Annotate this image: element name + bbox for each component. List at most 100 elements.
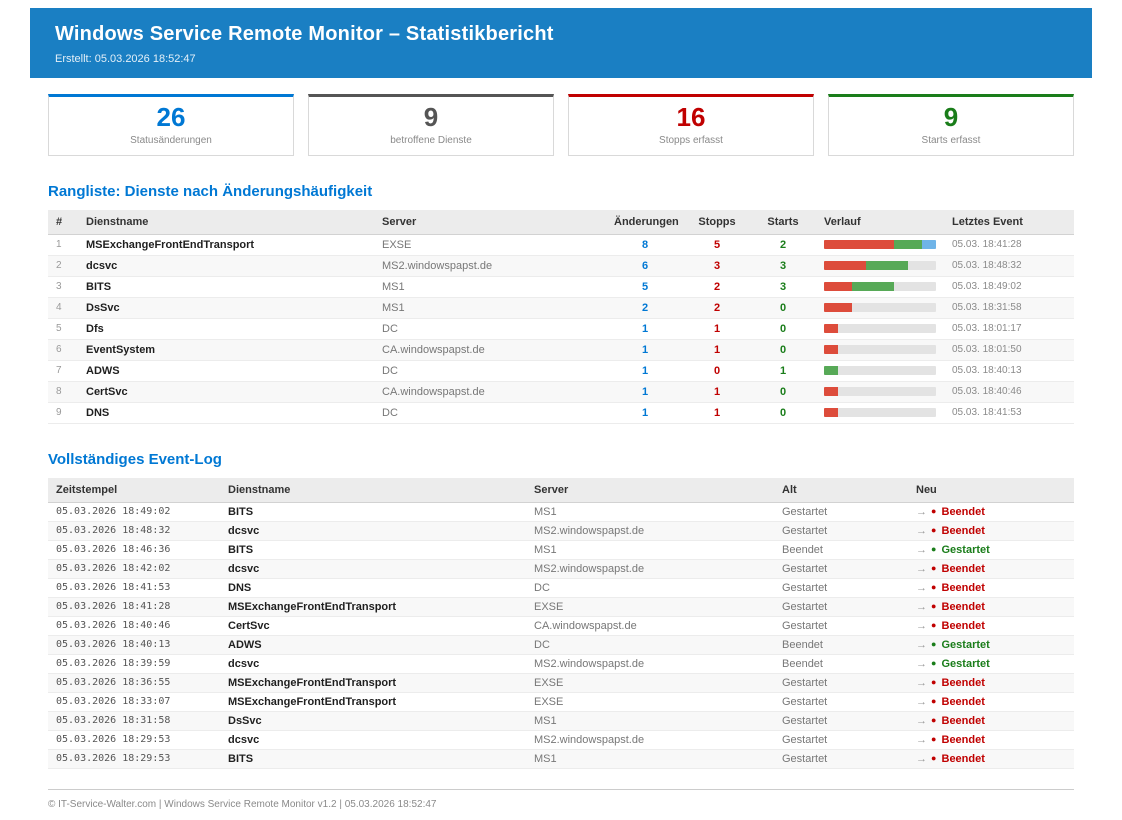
last-event-time: 05.03. 18:31:58 bbox=[944, 297, 1074, 318]
service-name: dcsvc bbox=[78, 255, 374, 276]
stops-bar-segment bbox=[824, 345, 838, 354]
eventlog-row: 05.03.2026 18:39:59dcsvcMS2.windowspapst… bbox=[48, 654, 1074, 673]
transition-arrow-icon: → bbox=[916, 544, 927, 556]
service-name: BITS bbox=[220, 540, 526, 559]
history-bar bbox=[824, 261, 936, 270]
ranking-row: 7ADWSDC10105.03. 18:40:13 bbox=[48, 360, 1074, 381]
status-dot-icon: ● bbox=[931, 525, 936, 535]
service-name: MSExchangeFrontEndTransport bbox=[78, 234, 374, 255]
report-page: Windows Service Remote Monitor – Statist… bbox=[0, 0, 1122, 820]
old-status: Gestartet bbox=[774, 521, 908, 540]
report-created-timestamp: Erstellt: 05.03.2026 18:52:47 bbox=[55, 53, 1067, 65]
status-dot-icon: ● bbox=[931, 658, 936, 668]
timestamp-cell: 05.03.2026 18:40:46 bbox=[48, 616, 220, 635]
stops-bar-segment bbox=[824, 303, 852, 312]
timestamp-cell: 05.03.2026 18:46:36 bbox=[48, 540, 220, 559]
old-status: Gestartet bbox=[774, 597, 908, 616]
service-name: MSExchangeFrontEndTransport bbox=[220, 692, 526, 711]
starts-count: 0 bbox=[750, 339, 816, 360]
last-event-time: 05.03. 18:01:50 bbox=[944, 339, 1074, 360]
server-name: EXSE bbox=[526, 673, 774, 692]
transition-arrow-icon: → bbox=[916, 563, 927, 575]
column-header-5: Starts bbox=[750, 210, 816, 235]
server-name: MS2.windowspapst.de bbox=[374, 255, 606, 276]
eventlog-row: 05.03.2026 18:29:53BITSMS1Gestartet→● Be… bbox=[48, 749, 1074, 768]
new-status-cell: →● Beendet bbox=[908, 597, 1074, 616]
new-status-label: Beendet bbox=[942, 525, 985, 537]
column-header-2: Server bbox=[526, 478, 774, 503]
timestamp-cell: 05.03.2026 18:31:58 bbox=[48, 711, 220, 730]
timestamp-cell: 05.03.2026 18:41:53 bbox=[48, 578, 220, 597]
rank-number: 6 bbox=[48, 339, 78, 360]
server-name: DC bbox=[526, 635, 774, 654]
old-status: Gestartet bbox=[774, 711, 908, 730]
card-value: 9 bbox=[833, 103, 1069, 133]
timestamp-cell: 05.03.2026 18:42:02 bbox=[48, 559, 220, 578]
changes-count: 1 bbox=[606, 360, 684, 381]
transition-arrow-icon: → bbox=[916, 582, 927, 594]
server-name: MS1 bbox=[526, 749, 774, 768]
service-name: DsSvc bbox=[220, 711, 526, 730]
new-status-label: Beendet bbox=[942, 563, 985, 575]
old-status: Gestartet bbox=[774, 692, 908, 711]
server-name: MS1 bbox=[526, 502, 774, 521]
old-status: Gestartet bbox=[774, 616, 908, 635]
page-title: Windows Service Remote Monitor – Statist… bbox=[55, 23, 1067, 46]
server-name: MS1 bbox=[374, 276, 606, 297]
server-name: DC bbox=[374, 318, 606, 339]
last-event-time: 05.03. 18:01:17 bbox=[944, 318, 1074, 339]
stops-bar-segment bbox=[824, 261, 866, 270]
eventlog-row: 05.03.2026 18:33:07MSExchangeFrontEndTra… bbox=[48, 692, 1074, 711]
rank-number: 2 bbox=[48, 255, 78, 276]
eventlog-row: 05.03.2026 18:40:46CertSvcCA.windowspaps… bbox=[48, 616, 1074, 635]
column-header-4: Neu bbox=[908, 478, 1074, 503]
column-header-0: Zeitstempel bbox=[48, 478, 220, 503]
new-status-cell: →● Beendet bbox=[908, 521, 1074, 540]
last-event-time: 05.03. 18:40:46 bbox=[944, 381, 1074, 402]
status-dot-icon: ● bbox=[931, 677, 936, 687]
starts-count: 0 bbox=[750, 381, 816, 402]
stops-count: 1 bbox=[684, 402, 750, 423]
server-name: MS2.windowspapst.de bbox=[526, 654, 774, 673]
new-status-cell: →● Beendet bbox=[908, 711, 1074, 730]
history-bar-cell bbox=[816, 360, 944, 381]
timestamp-cell: 05.03.2026 18:40:13 bbox=[48, 635, 220, 654]
history-bar-cell bbox=[816, 381, 944, 402]
rank-number: 5 bbox=[48, 318, 78, 339]
new-status-cell: →● Beendet bbox=[908, 749, 1074, 768]
new-status-label: Gestartet bbox=[942, 658, 990, 670]
card-label: Statusänderungen bbox=[53, 135, 289, 146]
ranking-section-title: Rangliste: Dienste nach Änderungshäufigk… bbox=[48, 183, 1074, 200]
starts-bar-segment bbox=[894, 240, 922, 249]
new-status-label: Beendet bbox=[942, 506, 985, 518]
transition-arrow-icon: → bbox=[916, 639, 927, 651]
changes-count: 1 bbox=[606, 402, 684, 423]
last-event-time: 05.03. 18:49:02 bbox=[944, 276, 1074, 297]
rank-number: 8 bbox=[48, 381, 78, 402]
changes-count: 1 bbox=[606, 381, 684, 402]
stops-count: 2 bbox=[684, 276, 750, 297]
starts-count: 0 bbox=[750, 318, 816, 339]
new-status-cell: →● Beendet bbox=[908, 578, 1074, 597]
column-header-4: Stopps bbox=[684, 210, 750, 235]
transition-arrow-icon: → bbox=[916, 734, 927, 746]
starts-bar-segment bbox=[852, 282, 894, 291]
card-value: 26 bbox=[53, 103, 289, 133]
card-label: betroffene Dienste bbox=[313, 135, 549, 146]
new-status-label: Beendet bbox=[942, 734, 985, 746]
server-name: MS2.windowspapst.de bbox=[526, 521, 774, 540]
eventlog-row: 05.03.2026 18:42:02dcsvcMS2.windowspapst… bbox=[48, 559, 1074, 578]
eventlog-row: 05.03.2026 18:36:55MSExchangeFrontEndTra… bbox=[48, 673, 1074, 692]
old-status: Beendet bbox=[774, 654, 908, 673]
stops-bar-segment bbox=[824, 387, 838, 396]
server-name: EXSE bbox=[526, 597, 774, 616]
card-label: Stopps erfasst bbox=[573, 135, 809, 146]
eventlog-row: 05.03.2026 18:29:53dcsvcMS2.windowspapst… bbox=[48, 730, 1074, 749]
old-status: Gestartet bbox=[774, 749, 908, 768]
transition-arrow-icon: → bbox=[916, 677, 927, 689]
history-bar-cell bbox=[816, 255, 944, 276]
stops-bar-segment bbox=[824, 282, 852, 291]
new-status-label: Beendet bbox=[942, 620, 985, 632]
server-name: CA.windowspapst.de bbox=[374, 381, 606, 402]
column-header-7: Letztes Event bbox=[944, 210, 1074, 235]
